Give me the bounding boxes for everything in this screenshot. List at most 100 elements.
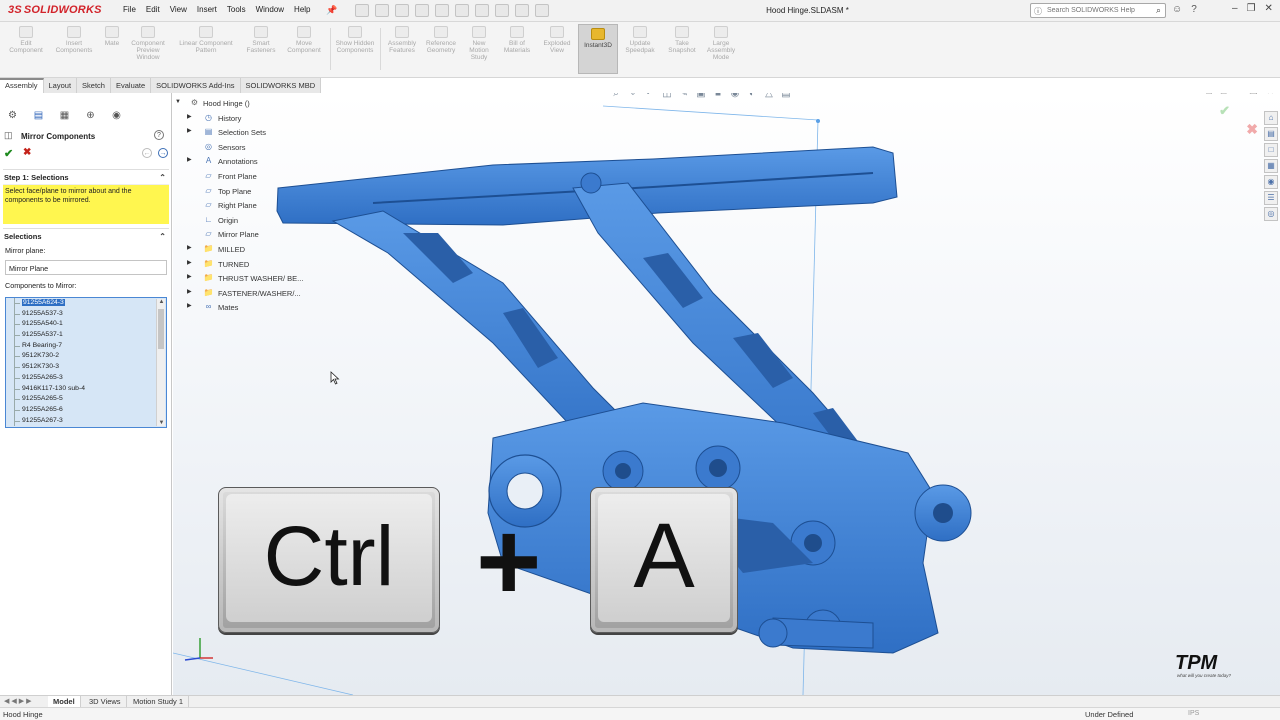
tab-solidworks-mbd[interactable]: SOLIDWORKS MBD bbox=[240, 78, 322, 93]
forum-icon[interactable]: ◎ bbox=[1264, 207, 1278, 221]
tree-item-mates[interactable]: ▶ ∞ Mates bbox=[173, 300, 373, 315]
list-item[interactable]: 91255A265-5 bbox=[6, 394, 166, 405]
assembly-features-button[interactable]: Assembly Features bbox=[383, 26, 421, 54]
hide-show-items-icon[interactable]: ◉ bbox=[729, 93, 741, 100]
tree-item-front-plane[interactable]: ▱ Front Plane bbox=[173, 169, 373, 184]
expand-icon[interactable]: ▶ bbox=[187, 274, 193, 280]
scroll-down-icon[interactable]: ▼ bbox=[157, 420, 166, 426]
dynamic-annotation-icon[interactable]: ✎ bbox=[678, 93, 690, 100]
section-view-icon[interactable]: ◫ bbox=[661, 93, 673, 100]
tree-item-top-plane[interactable]: ▱ Top Plane bbox=[173, 184, 373, 199]
expand-icon[interactable]: ▼ bbox=[175, 99, 181, 105]
tree-item-sensors[interactable]: ◎ Sensors bbox=[173, 140, 373, 155]
list-item[interactable]: 9512K730-3 bbox=[6, 362, 166, 373]
featuremanager-tab-icon[interactable]: ⚙ bbox=[2, 109, 23, 123]
expand-icon[interactable]: ▶ bbox=[187, 289, 193, 295]
scroll-thumb[interactable] bbox=[158, 309, 164, 349]
tree-item-turned[interactable]: ▶ 📁 TURNED bbox=[173, 257, 373, 272]
list-item[interactable]: 91255A537-3 bbox=[6, 308, 166, 320]
components-to-mirror-list[interactable]: 91255A624-3 91255A537-3 91255A540-1 9125… bbox=[5, 297, 167, 428]
search-input[interactable] bbox=[1047, 5, 1151, 16]
viewport-minimize-icon[interactable]: – bbox=[1235, 93, 1240, 97]
selections-header[interactable]: Selections ⌃ bbox=[4, 232, 168, 244]
close-icon[interactable]: ✕ bbox=[1265, 3, 1273, 14]
new-motion-study-button[interactable]: New Motion Study bbox=[462, 26, 496, 62]
confirmation-corner-cancel-icon[interactable]: ✖ bbox=[1246, 121, 1258, 138]
next-arrow-icon[interactable]: → bbox=[158, 148, 168, 158]
tree-item-mirror-plane[interactable]: ▱ Mirror Plane bbox=[173, 227, 373, 242]
select-icon[interactable] bbox=[475, 4, 489, 17]
expand-icon[interactable]: ▶ bbox=[187, 128, 193, 134]
tab-scroll-arrows-icon[interactable]: ◀◀▶▶ bbox=[4, 697, 34, 705]
restore-icon[interactable]: ❐ bbox=[1247, 3, 1256, 14]
reference-geometry-button[interactable]: Reference Geometry bbox=[422, 26, 460, 54]
solidworks-resources-icon[interactable]: ⌂ bbox=[1264, 111, 1278, 125]
options-gear-icon[interactable] bbox=[535, 4, 549, 17]
dimxpert-tab-icon[interactable]: ⊕ bbox=[80, 109, 101, 123]
tab-layout[interactable]: Layout bbox=[43, 78, 78, 93]
file-properties-icon[interactable] bbox=[515, 4, 529, 17]
scroll-up-icon[interactable]: ▲ bbox=[157, 299, 166, 305]
expand-icon[interactable]: ▶ bbox=[187, 260, 193, 266]
list-item[interactable]: 91255A265-3 bbox=[6, 372, 166, 384]
menu-view[interactable]: View bbox=[165, 5, 192, 14]
list-item[interactable]: 91255A265-6 bbox=[6, 404, 166, 416]
edit-appearance-icon[interactable]: ◐ bbox=[746, 93, 758, 100]
tree-item-fastener-washer[interactable]: ▶ 📁 FASTENER/WASHER/... bbox=[173, 286, 373, 301]
tab-3d-views[interactable]: 3D Views bbox=[84, 696, 127, 707]
view-palette-icon[interactable]: ▦ bbox=[1264, 159, 1278, 173]
exploded-view-button[interactable]: Exploded View bbox=[538, 26, 576, 54]
expand-icon[interactable]: ▶ bbox=[187, 157, 193, 163]
component-preview-window-button[interactable]: Component Preview Window bbox=[124, 26, 172, 62]
take-snapshot-button[interactable]: Take Snapshot bbox=[662, 26, 702, 54]
list-scrollbar[interactable]: ▲ ▼ bbox=[156, 299, 165, 426]
list-item[interactable]: 91255A624-3 bbox=[6, 298, 166, 309]
cancel-x-icon[interactable]: ✖ bbox=[23, 147, 31, 158]
design-library-icon[interactable]: ▤ bbox=[1264, 127, 1278, 141]
move-component-button[interactable]: Move Component bbox=[282, 26, 326, 54]
ok-check-icon[interactable]: ✔ bbox=[4, 147, 13, 160]
tree-root[interactable]: ▼ ⚙ Hood Hinge () bbox=[173, 96, 373, 111]
tab-motion-study-1[interactable]: Motion Study 1 bbox=[128, 696, 190, 707]
minimize-icon[interactable]: – bbox=[1232, 3, 1238, 14]
menu-window[interactable]: Window bbox=[251, 5, 289, 14]
help-icon[interactable]: ? bbox=[1191, 4, 1197, 15]
tree-item-right-plane[interactable]: ▱ Right Plane bbox=[173, 198, 373, 213]
collapse-icon[interactable]: ⌃ bbox=[159, 173, 166, 182]
back-arrow-icon[interactable]: ← bbox=[142, 148, 152, 158]
units-selector[interactable]: IPS bbox=[1188, 710, 1199, 717]
tree-item-selection-sets[interactable]: ▶ ▤ Selection Sets bbox=[173, 125, 373, 140]
viewport-tile-icon[interactable]: □ bbox=[1221, 93, 1226, 97]
show-hidden-components-button[interactable]: Show Hidden Components bbox=[333, 26, 377, 54]
confirmation-corner-ok-icon[interactable]: ✔ bbox=[1219, 103, 1230, 119]
update-speedpak-button[interactable]: Update Speedpak bbox=[621, 26, 659, 54]
configurationmanager-tab-icon[interactable]: ▦ bbox=[54, 109, 75, 123]
menu-help[interactable]: Help bbox=[289, 5, 315, 14]
rebuild-icon[interactable] bbox=[495, 4, 509, 17]
appearances-icon[interactable]: ◉ bbox=[1264, 175, 1278, 189]
graphics-area[interactable]: ⌕ ⌖ ↶ ◫ ✎ ▣ ■ ◉ ◐ △ ▤ □ □ – ❐ ✕ ✔ ✖ ⌂ ▤ … bbox=[173, 93, 1280, 695]
open-icon[interactable] bbox=[395, 4, 409, 17]
menu-insert[interactable]: Insert bbox=[192, 5, 222, 14]
viewport-close-icon[interactable]: ✕ bbox=[1266, 93, 1274, 97]
tree-item-annotations[interactable]: ▶ A Annotations bbox=[173, 154, 373, 169]
tree-item-thrust-washer[interactable]: ▶ 📁 THRUST WASHER/ BE... bbox=[173, 271, 373, 286]
display-manager-tab-icon[interactable]: ◉ bbox=[106, 109, 127, 123]
custom-properties-icon[interactable]: ☰ bbox=[1264, 191, 1278, 205]
previous-view-icon[interactable]: ↶ bbox=[644, 93, 656, 100]
user-icon[interactable]: ☺ bbox=[1172, 4, 1182, 15]
tab-model[interactable]: Model bbox=[48, 696, 81, 707]
search-scope-icon[interactable]: ⓘ bbox=[1034, 6, 1042, 17]
help-search[interactable]: ⓘ ⌕ bbox=[1030, 3, 1166, 18]
linear-component-pattern-button[interactable]: Linear Component Pattern bbox=[172, 26, 240, 54]
apply-scene-icon[interactable]: △ bbox=[763, 93, 775, 100]
menu-tools[interactable]: Tools bbox=[222, 5, 251, 14]
save-icon[interactable] bbox=[415, 4, 429, 17]
list-item[interactable]: 9512K730-2 bbox=[6, 351, 166, 362]
list-item[interactable]: R4 Bearing-7 bbox=[6, 340, 166, 352]
viewport-split-icon[interactable]: □ bbox=[1206, 93, 1211, 97]
propertymanager-tab-icon[interactable]: ▤ bbox=[28, 109, 49, 123]
list-item[interactable]: 91255A540-1 bbox=[6, 319, 166, 330]
tree-item-origin[interactable]: ∟ Origin bbox=[173, 213, 373, 228]
mirror-plane-field[interactable]: Mirror Plane bbox=[5, 260, 167, 275]
